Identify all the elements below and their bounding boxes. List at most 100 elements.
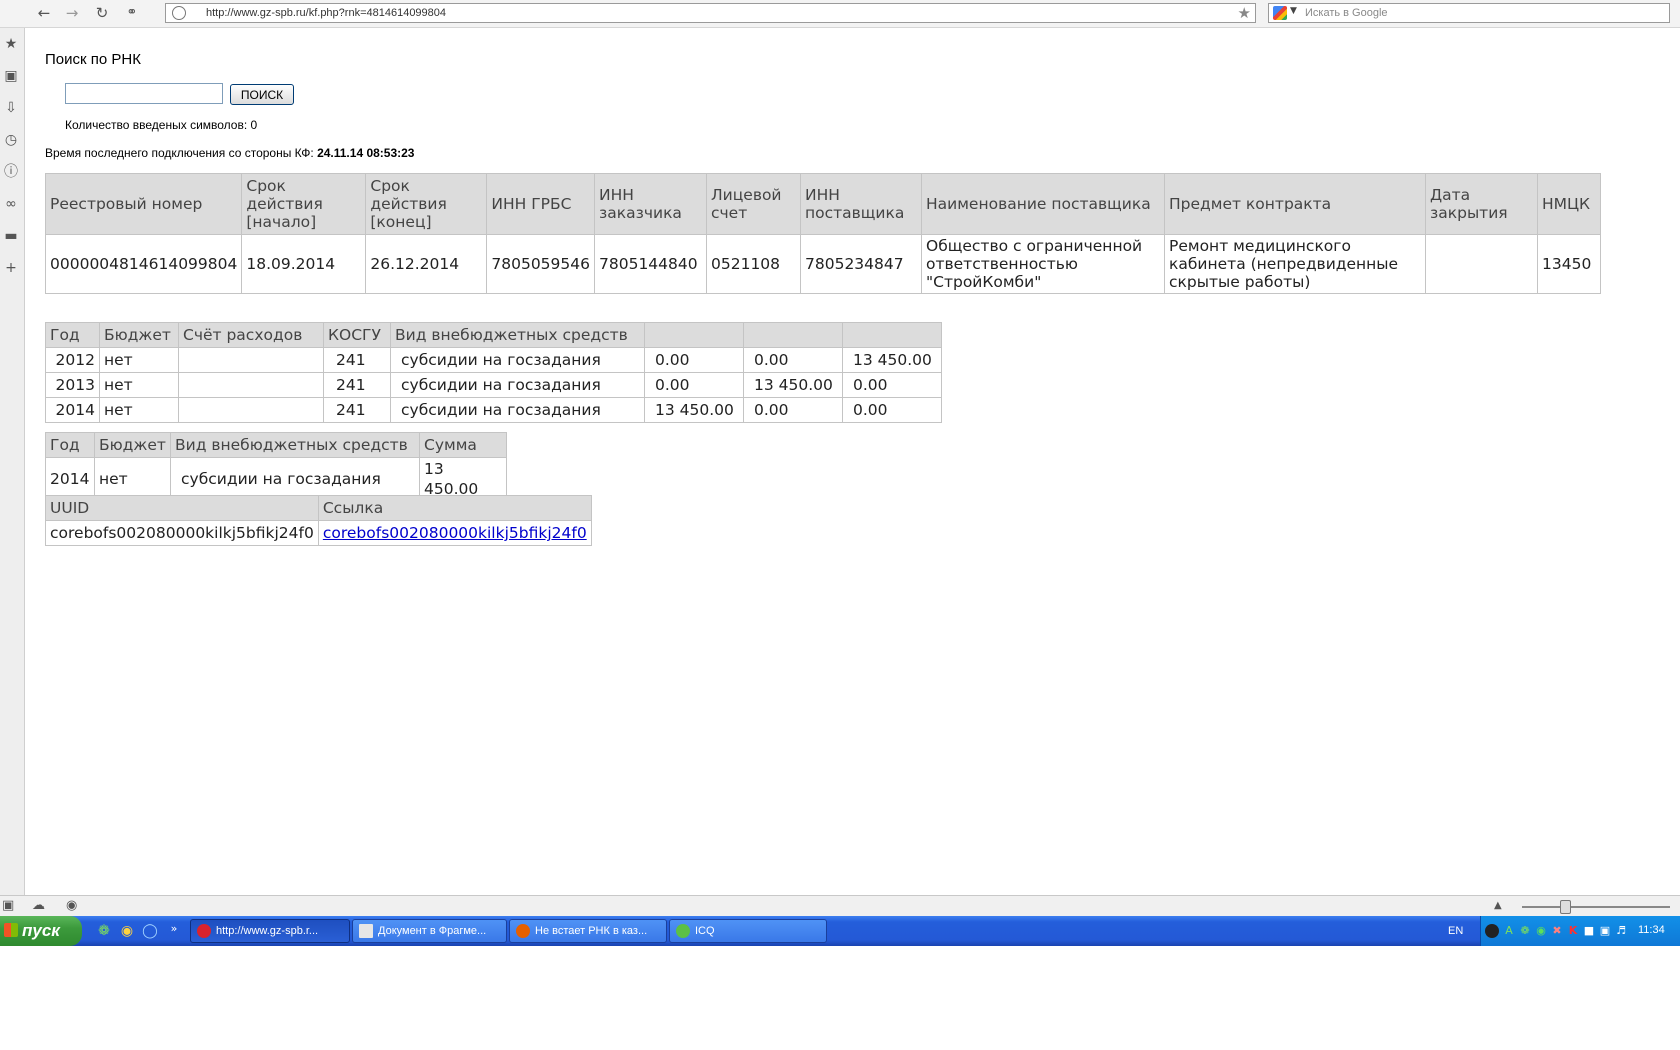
column-header: Наименование поставщика	[921, 173, 1165, 235]
cloud-icon[interactable]: ☁	[32, 898, 45, 913]
column-header: ИНН заказчика	[594, 173, 707, 235]
tray-network-icon[interactable]: ■	[1582, 924, 1596, 938]
table-cell: 13 450.00	[842, 347, 942, 373]
column-header: Вид внебюджетных средств	[390, 322, 645, 348]
column-header: КОСГУ	[323, 322, 391, 348]
chevron-down-icon[interactable]: ▼	[1290, 6, 1297, 16]
side-panel: ★ ▣ ⇩ ◷ ⓘ ∞ ▬ +	[0, 28, 25, 896]
start-button[interactable]: пуск	[0, 916, 82, 946]
web-search-field[interactable]: ▼ Искать в Google	[1268, 3, 1670, 23]
windows-logo-icon	[4, 923, 18, 937]
table-row: 2014 нет 241 субсидии на госзадания 13 4…	[45, 397, 942, 423]
add-panel-icon[interactable]: +	[3, 260, 19, 276]
blank-area	[0, 946, 1680, 1050]
search-button[interactable]: ПОИСК	[230, 84, 294, 105]
table-cell: 13450	[1537, 234, 1601, 294]
table-header-row: Год Бюджет Счёт расходов КОСГУ Вид внебю…	[45, 322, 942, 348]
column-header: Год	[45, 322, 100, 348]
column-header: UUID	[45, 495, 319, 521]
task-firefox[interactable]: Не встает РНК в каз...	[509, 919, 667, 943]
table-cell: нет	[99, 347, 179, 373]
volume-icon[interactable]: ♬	[1614, 924, 1628, 938]
chevron-up-icon[interactable]: ▲	[1494, 900, 1502, 911]
column-header: Ссылка	[317, 495, 592, 521]
tray-monitor-icon[interactable]: ▣	[1598, 924, 1612, 938]
kaspersky-icon[interactable]: K	[1566, 924, 1580, 938]
key-icon[interactable]: ⚭	[122, 4, 142, 22]
table-cell: 13 450.00	[644, 397, 744, 423]
chrome-icon[interactable]: ◉	[119, 923, 135, 939]
column-header: Бюджет	[99, 322, 179, 348]
notes-icon[interactable]: ▣	[3, 68, 19, 84]
tray-a-icon[interactable]: A	[1502, 924, 1516, 938]
reload-icon[interactable]: ↻	[92, 4, 112, 22]
column-header	[842, 322, 942, 348]
panel-toggle-icon[interactable]: ▣	[2, 898, 14, 913]
column-header: Срок действия [начало]	[241, 173, 367, 235]
uuid-table: UUID Ссылка corebofs002080000kilkj5bfikj…	[45, 495, 592, 546]
column-header: ИНН поставщика	[800, 173, 922, 235]
speed-dial-icon[interactable]: ◉	[66, 898, 77, 913]
back-arrow-icon[interactable]: ←	[34, 4, 54, 22]
downloads-icon[interactable]: ⇩	[3, 100, 19, 116]
table-cell	[178, 397, 324, 423]
last-connection-line: Время последнего подключения со стороны …	[45, 146, 414, 160]
finance-table: Год Бюджет Счёт расходов КОСГУ Вид внебю…	[45, 322, 942, 423]
table-cell: 0.00	[842, 397, 942, 423]
bookmark-star-icon[interactable]: ★	[1238, 4, 1251, 22]
column-header: Срок действия [конец]	[365, 173, 488, 235]
firefox-icon	[516, 924, 530, 938]
rnk-search-input[interactable]	[65, 83, 223, 104]
column-header: Год	[45, 432, 95, 458]
address-url[interactable]: http://www.gz-spb.ru/kf.php?rnk=48146140…	[206, 7, 446, 19]
table-cell	[178, 347, 324, 373]
table-cell: 241	[323, 372, 391, 398]
page-globe-icon	[172, 6, 186, 20]
address-bar[interactable]: http://www.gz-spb.ru/kf.php?rnk=48146140…	[165, 3, 1256, 23]
zoom-slider-track[interactable]	[1522, 906, 1670, 908]
tray-app-icon[interactable]	[1485, 924, 1499, 938]
tray-tools-icon[interactable]: ✖	[1550, 924, 1564, 938]
search-placeholder[interactable]: Искать в Google	[1305, 7, 1388, 19]
table-cell: 0.00	[842, 372, 942, 398]
task-document[interactable]: Документ в Фрагме...	[352, 919, 507, 943]
panel-icon[interactable]: ▬	[3, 228, 19, 244]
task-opera[interactable]: http://www.gz-spb.r...	[190, 919, 350, 943]
column-header: Предмет контракта	[1164, 173, 1426, 235]
zoom-slider-handle[interactable]	[1560, 900, 1571, 914]
column-header	[743, 322, 843, 348]
tray-icq-icon[interactable]: ❁	[1518, 924, 1532, 938]
column-header: Вид внебюджетных средств	[170, 432, 420, 458]
more-quicklaunch-icon[interactable]: »	[166, 921, 182, 937]
table-cell: субсидии на госзадания	[390, 347, 645, 373]
table-cell: 0.00	[644, 347, 744, 373]
table-cell: 241	[323, 397, 391, 423]
table-cell: Ремонт медицинского кабинета (непредвиде…	[1164, 234, 1426, 294]
bookmarks-star-icon[interactable]: ★	[3, 36, 19, 52]
start-label: пуск	[22, 921, 60, 940]
column-header: Реестровый номер	[44, 173, 243, 235]
column-header	[644, 322, 744, 348]
google-icon[interactable]	[1273, 6, 1287, 20]
task-label: http://www.gz-spb.r...	[216, 925, 319, 937]
table-cell: 18.09.2014	[241, 234, 367, 294]
task-label: Не встает РНК в каз...	[535, 925, 648, 937]
tray-circle-icon[interactable]: ◉	[1534, 924, 1548, 938]
contract-table: Реестровый номер Срок действия [начало] …	[44, 173, 1601, 294]
link-icon[interactable]: ∞	[3, 196, 19, 212]
browser-status-bar: ▣ ☁ ◉ ▲	[0, 895, 1680, 916]
language-indicator[interactable]: EN	[1448, 925, 1463, 937]
clock[interactable]: 11:34	[1638, 924, 1665, 936]
history-clock-icon[interactable]: ◷	[3, 132, 19, 148]
forward-arrow-icon[interactable]: →	[62, 4, 82, 22]
info-icon[interactable]: ⓘ	[3, 164, 19, 180]
ie-icon[interactable]: ◯	[142, 923, 158, 939]
icq-flower-icon[interactable]: ❁	[96, 923, 112, 939]
task-icq[interactable]: ICQ	[669, 919, 827, 943]
last-connection-label: Время последнего подключения со стороны …	[45, 146, 314, 160]
task-label: Документ в Фрагме...	[378, 925, 487, 937]
column-header: Счёт расходов	[178, 322, 324, 348]
table-cell	[178, 372, 324, 398]
table-cell: 0.00	[743, 397, 843, 423]
uuid-link[interactable]: corebofs002080000kilkj5bfikj24f0	[323, 524, 587, 542]
